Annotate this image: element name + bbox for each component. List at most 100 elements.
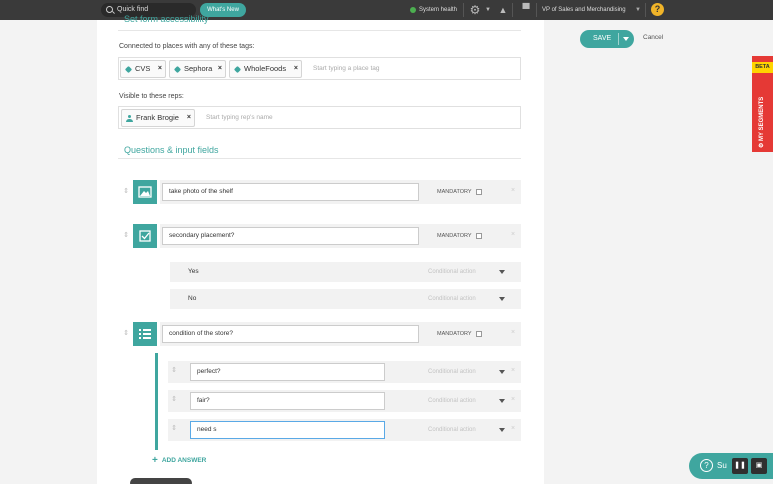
delete-question-icon[interactable]: × (511, 231, 515, 239)
question-type-checkbox[interactable] (133, 224, 157, 248)
mandatory-checkbox[interactable] (476, 189, 482, 195)
tag-chip-sephora[interactable]: Sephora × (169, 60, 226, 78)
section-title-questions: Questions & input fields (124, 145, 219, 155)
drag-handle-icon[interactable]: ⇕ (123, 330, 129, 337)
delete-answer-icon[interactable]: × (511, 367, 515, 375)
tag-chip-cvs[interactable]: CVS × (120, 60, 166, 78)
question-text-input[interactable]: secondary placement? (162, 227, 419, 245)
tag-chip-wholefoods[interactable]: WholeFoods × (229, 60, 302, 78)
alert-icon[interactable]: ▲ (497, 4, 509, 16)
places-label: Connected to places with any of these ta… (119, 43, 255, 50)
delete-question-icon[interactable]: × (511, 329, 515, 337)
remove-rep-icon[interactable]: × (187, 110, 191, 126)
chevron-down-icon[interactable] (499, 297, 505, 301)
rep-chip[interactable]: Frank Brogie × (121, 109, 195, 127)
place-tags-field[interactable]: CVS × Sephora × WholeFoods × Start typin… (118, 57, 521, 80)
divider (512, 3, 513, 17)
chat-icon[interactable]: ▀ (520, 4, 532, 16)
section-title-accessibility: Set form accessibility (124, 14, 209, 24)
tag-icon (124, 65, 133, 74)
person-icon (126, 115, 133, 122)
divider (118, 30, 521, 31)
remove-tag-icon[interactable]: × (158, 61, 162, 77)
delete-answer-icon[interactable]: × (511, 396, 515, 404)
cancel-button[interactable]: Cancel (643, 34, 663, 41)
chevron-down-icon[interactable]: ▼ (635, 5, 641, 15)
image-icon[interactable]: ▣ (751, 458, 767, 474)
mandatory-checkbox[interactable] (476, 331, 482, 337)
answers-group-bar (155, 353, 158, 450)
conditional-action-select[interactable]: Conditional action (428, 268, 476, 276)
my-segments-label[interactable]: ⚙ MY SEGMENTS (757, 97, 768, 148)
chevron-down-icon[interactable] (499, 428, 505, 432)
role-selector[interactable]: VP of Sales and Merchandising (542, 5, 626, 15)
tag-icon (233, 65, 242, 74)
chevron-down-icon[interactable]: ▼ (482, 4, 494, 16)
conditional-action-select[interactable]: Conditional action (428, 295, 476, 303)
delete-question-icon[interactable]: × (511, 187, 515, 195)
question-icon: ? (700, 459, 713, 472)
divider (536, 3, 537, 17)
mandatory-label: MANDATORY (437, 233, 472, 239)
gear-icon[interactable]: ⚙ (469, 4, 481, 16)
divider (463, 3, 464, 17)
system-health-link[interactable]: System health (410, 5, 457, 15)
drag-handle-icon[interactable]: ⇕ (123, 232, 129, 239)
system-health-label: System health (419, 7, 458, 13)
plus-icon: + (152, 455, 158, 466)
remove-tag-icon[interactable]: × (218, 61, 222, 77)
question-text-input[interactable]: take photo of the shelf (162, 183, 419, 201)
tag-chip-label: Sephora (184, 64, 213, 73)
conditional-action-select[interactable]: Conditional action (428, 368, 476, 376)
tag-chip-label: WholeFoods (244, 64, 287, 73)
reps-field[interactable]: Frank Brogie × Start typing rep's name (118, 106, 521, 129)
delete-answer-icon[interactable]: × (511, 425, 515, 433)
mandatory-label: MANDATORY (437, 189, 472, 195)
place-tag-placeholder: Start typing a place tag (313, 65, 380, 72)
answer-input[interactable]: perfect? (190, 363, 385, 381)
answer-input[interactable]: fair? (190, 392, 385, 410)
option-label: Yes (188, 268, 199, 275)
chevron-down-icon[interactable] (499, 270, 505, 274)
add-answer-button[interactable]: + ADD ANSWER (152, 456, 206, 466)
support-widget[interactable]: ? Su ❚❚ ▣ (689, 453, 773, 479)
checkbox-icon (139, 230, 151, 242)
image-icon (138, 186, 152, 198)
chevron-down-icon[interactable] (499, 370, 505, 374)
divider (618, 33, 619, 45)
rep-placeholder: Start typing rep's name (206, 114, 273, 121)
search-icon (106, 6, 113, 13)
pause-icon[interactable]: ❚❚ (732, 458, 748, 474)
mandatory-label: MANDATORY (437, 331, 472, 337)
save-label: SAVE (593, 35, 612, 42)
question-type-list[interactable] (133, 322, 157, 346)
conditional-action-select[interactable]: Conditional action (428, 397, 476, 405)
answer-input-focused[interactable]: need s (190, 421, 385, 439)
mandatory-checkbox[interactable] (476, 233, 482, 239)
chevron-down-icon[interactable] (623, 37, 629, 41)
beta-badge: BETA (752, 62, 773, 73)
conditional-action-select[interactable]: Conditional action (428, 426, 476, 434)
remove-tag-icon[interactable]: × (294, 61, 298, 77)
drag-handle-icon[interactable]: ⇕ (171, 367, 177, 374)
question-type-image[interactable] (133, 180, 157, 204)
divider (118, 158, 521, 159)
save-button[interactable]: SAVE (580, 30, 634, 48)
rep-chip-label: Frank Brogie (136, 113, 179, 122)
drag-handle-icon[interactable]: ⇕ (171, 396, 177, 403)
status-dot-icon (410, 7, 416, 13)
drag-handle-icon[interactable]: ⇕ (171, 425, 177, 432)
tag-icon (173, 65, 182, 74)
help-icon[interactable]: ? (651, 3, 664, 16)
top-bar: Quick find What's New System health ⚙ ▼ … (0, 0, 773, 20)
drag-handle-icon[interactable]: ⇕ (123, 188, 129, 195)
question-text-input[interactable]: condition of the store? (162, 325, 419, 343)
list-icon (139, 329, 151, 339)
add-answer-label: ADD ANSWER (161, 457, 207, 464)
scroll-indicator (130, 478, 192, 484)
quick-find-placeholder: Quick find (117, 6, 149, 13)
form-panel (97, 20, 544, 484)
option-label: No (188, 295, 197, 302)
support-label: Su (717, 461, 727, 470)
chevron-down-icon[interactable] (499, 399, 505, 403)
